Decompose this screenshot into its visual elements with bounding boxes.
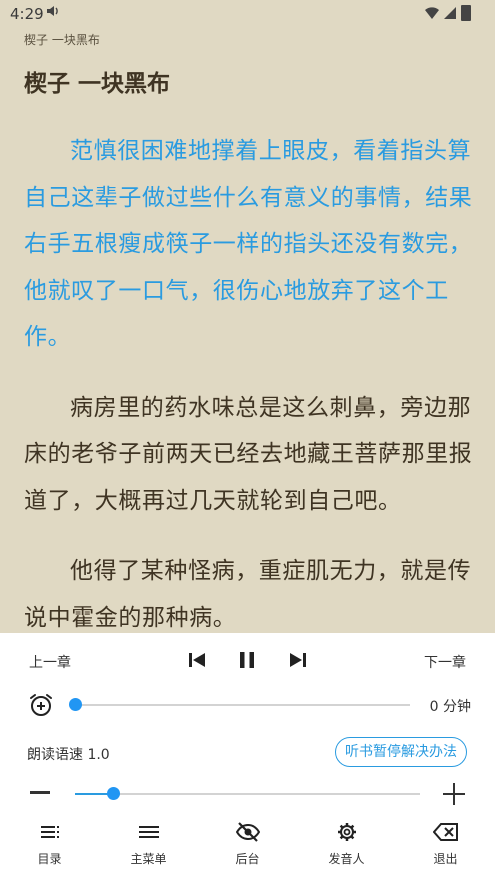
- bottom-nav: 目录 主菜单 后台 发音人 退出: [0, 816, 495, 880]
- paragraph-reading: 范慎很困难地撑着上眼皮，看着指头算自己这辈子做过些什么有意义的事情，结果右手五根…: [24, 138, 473, 350]
- nav-speaker[interactable]: 发音人: [297, 816, 396, 880]
- backspace-icon: [432, 823, 458, 841]
- status-time: 4:29: [10, 5, 44, 23]
- pause-icon[interactable]: [235, 648, 259, 672]
- eye-off-icon: [235, 822, 260, 842]
- gear-icon: [337, 823, 356, 841]
- paragraph: 他得了某种怪病，重症肌无力，就是传说中霍金的那种病。: [24, 558, 472, 631]
- battery-icon: [461, 5, 471, 21]
- nav-background-label: 后台: [235, 852, 260, 866]
- book-header-title: 楔子 一块黑布: [24, 33, 100, 47]
- alarm-add-icon[interactable]: [28, 692, 54, 718]
- chapter-title: 楔子 一块黑布: [24, 71, 171, 97]
- menu-icon: [138, 826, 159, 838]
- timer-value: 0 分钟: [429, 699, 471, 715]
- speed-slider-track[interactable]: [75, 793, 420, 795]
- speed-increase-button[interactable]: [443, 783, 465, 805]
- prev-chapter-button[interactable]: 上一章: [29, 652, 71, 672]
- nav-toc-label: 目录: [37, 852, 62, 866]
- chapter-content[interactable]: 范慎很困难地撑着上眼皮，看着指头算自己这辈子做过些什么有意义的事情，结果右手五根…: [24, 128, 476, 633]
- cell-signal-icon: [444, 7, 456, 19]
- nav-exit-label: 退出: [433, 852, 458, 866]
- speed-decrease-button[interactable]: [30, 791, 50, 794]
- speech-rate-label: 朗读语速 1.0: [27, 747, 110, 763]
- toc-icon: [40, 826, 59, 838]
- timer-row: 0 分钟: [0, 685, 495, 725]
- timer-slider-thumb[interactable]: [69, 698, 82, 711]
- status-icons: [425, 5, 471, 21]
- playback-row: 上一章 下一章: [0, 633, 495, 685]
- timer-slider-track[interactable]: [75, 704, 410, 706]
- tts-control-panel: 上一章 下一章 0 分钟 朗读语速 1.0 听书暂停解决办法 目录 主菜单 后台…: [0, 633, 495, 880]
- nav-main-menu-label: 主菜单: [130, 852, 167, 866]
- next-chapter-button[interactable]: 下一章: [424, 652, 466, 672]
- wifi-icon: [425, 7, 439, 19]
- nav-toc[interactable]: 目录: [0, 816, 99, 880]
- skip-previous-icon[interactable]: [185, 648, 209, 672]
- paragraph: 病房里的药水味总是这么刺鼻，旁边那床的老爷子前两天已经去地藏王菩萨那里报道了，大…: [24, 394, 473, 514]
- status-bar: 4:29: [0, 0, 495, 28]
- nav-main-menu[interactable]: 主菜单: [99, 816, 198, 880]
- skip-next-icon[interactable]: [286, 648, 310, 672]
- nav-exit[interactable]: 退出: [396, 816, 495, 880]
- audio-icon: [46, 4, 60, 22]
- speed-slider-thumb[interactable]: [106, 787, 120, 800]
- nav-background[interactable]: 后台: [198, 816, 297, 880]
- tts-pause-help-button[interactable]: 听书暂停解决办法: [335, 737, 467, 767]
- nav-speaker-label: 发音人: [328, 852, 365, 866]
